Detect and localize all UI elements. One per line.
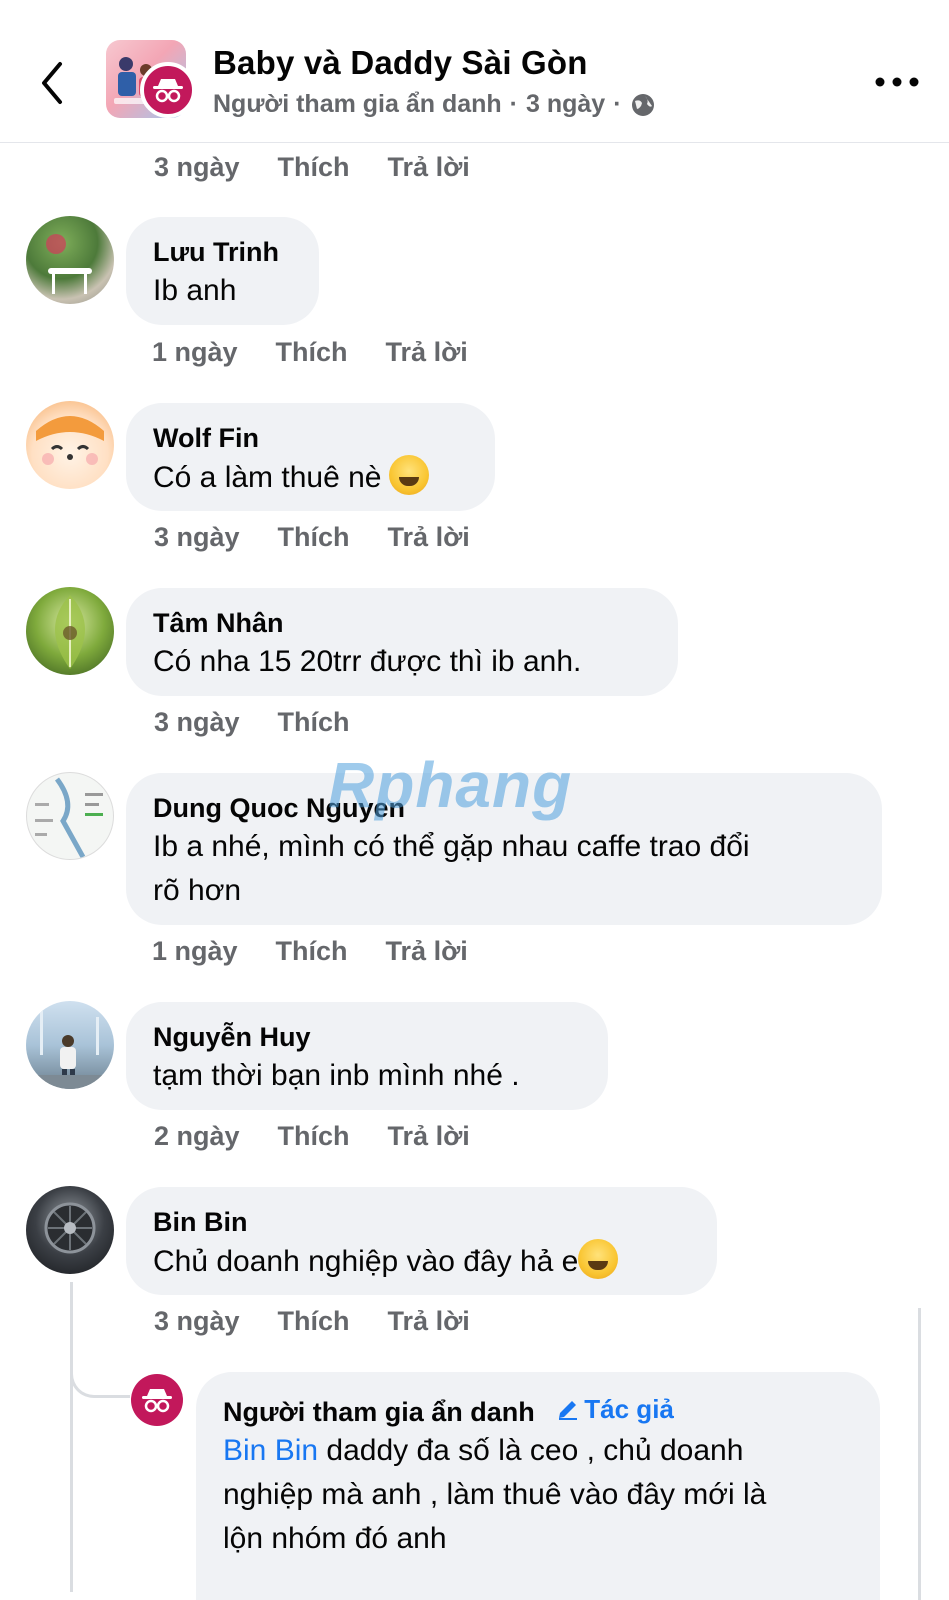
header: Baby và Daddy Sài Gòn Người tham gia ẩn … xyxy=(0,0,949,143)
comment-text-content: Có a làm thuê nè xyxy=(153,461,382,494)
avatar[interactable] xyxy=(26,772,114,860)
avatar[interactable] xyxy=(26,1186,114,1274)
author-badge-label: Tác giả xyxy=(584,1394,674,1424)
reply-author-row: Người tham gia ẩn danh Tác giả xyxy=(223,1392,854,1429)
reply-bubble: Người tham gia ẩn danh Tác giả Bin Bin d… xyxy=(196,1372,880,1600)
reply-button[interactable]: Trả lời xyxy=(386,936,468,967)
avatar-image xyxy=(55,595,85,669)
rofl-emoji-icon xyxy=(578,1239,619,1279)
reply-text-line: Bin Bin daddy đa số là ceo , chủ doanh xyxy=(223,1429,854,1473)
comment-text: Ib anh xyxy=(153,274,237,307)
reply-text-line: lộn nhóm đó anh xyxy=(223,1522,447,1555)
comment-text: Chủ doanh nghiệp vào đây hả e xyxy=(153,1239,691,1284)
reply-text-content: daddy đa số là ceo , chủ doanh xyxy=(318,1434,744,1467)
scrollbar[interactable] xyxy=(918,1308,921,1600)
comment-author[interactable]: Wolf Fin xyxy=(153,421,469,455)
reply-author[interactable]: Người tham gia ẩn danh xyxy=(223,1397,535,1427)
comment-time[interactable]: 3 ngày xyxy=(154,1306,240,1337)
comment-author[interactable]: Lưu Trinh xyxy=(153,235,293,269)
avatar[interactable] xyxy=(26,1001,114,1089)
chevron-left-icon xyxy=(42,62,62,104)
like-button[interactable]: Thích xyxy=(276,337,348,368)
group-title[interactable]: Baby và Daddy Sài Gòn xyxy=(213,44,588,82)
comment-bubble: Nguyễn Huy tạm thời bạn inb mình nhé . xyxy=(126,1002,608,1110)
comment-text: Có a làm thuê nè xyxy=(153,455,469,500)
avatar-image xyxy=(36,416,104,465)
separator: · xyxy=(613,90,622,118)
reply-button[interactable]: Trả lời xyxy=(388,522,470,553)
comment-actions: 2 ngày Thích Trả lời xyxy=(154,1121,470,1152)
post-author: Người tham gia ẩn danh xyxy=(213,90,502,118)
comment-author[interactable]: Tâm Nhân xyxy=(153,606,652,640)
comment-time[interactable]: 1 ngày xyxy=(152,936,238,967)
comment-actions: 3 ngày Thích Trả lời xyxy=(154,152,470,183)
thread-line xyxy=(70,1282,73,1592)
more-button[interactable] xyxy=(872,70,922,94)
globe-icon xyxy=(631,93,654,116)
comment-text-line: Ib a nhé, mình có thể gặp nhau caffe tra… xyxy=(153,830,750,863)
post-time[interactable]: 3 ngày xyxy=(526,90,605,119)
comment-actions: 3 ngày Thích Trả lời xyxy=(154,1306,470,1337)
avatar-image xyxy=(35,777,103,859)
comment-text: Có nha 15 20trr được thì ib anh. xyxy=(153,645,582,678)
like-button[interactable]: Thích xyxy=(278,522,350,553)
sweat-smile-emoji-icon xyxy=(389,455,430,495)
avatar-image xyxy=(44,1202,96,1254)
reply-button[interactable]: Trả lời xyxy=(388,152,470,183)
comment-actions: 3 ngày Thích Trả lời xyxy=(154,522,470,553)
comment-text-line: rõ hơn xyxy=(153,874,242,907)
reply-button[interactable]: Trả lời xyxy=(388,1121,470,1152)
comment-time[interactable]: 3 ngày xyxy=(154,522,240,553)
reply-button[interactable]: Trả lời xyxy=(386,337,468,368)
avatar-image xyxy=(46,234,92,294)
like-button[interactable]: Thích xyxy=(278,1121,350,1152)
avatar[interactable] xyxy=(26,216,114,304)
like-button[interactable]: Thích xyxy=(276,936,348,967)
separator: · xyxy=(509,90,518,118)
comment-bubble: Dung Quoc Nguyen Ib a nhé, mình có thể g… xyxy=(126,773,882,925)
author-badge: Tác giả xyxy=(556,1392,674,1426)
back-button[interactable] xyxy=(34,58,74,108)
avatar[interactable] xyxy=(26,401,114,489)
comment-time[interactable]: 3 ngày xyxy=(154,707,240,738)
comment-text-content: Chủ doanh nghiệp vào đây hả e xyxy=(153,1245,579,1278)
mention-link[interactable]: Bin Bin xyxy=(223,1434,318,1467)
comment-actions: 3 ngày Thích xyxy=(154,707,388,738)
comment-time[interactable]: 2 ngày xyxy=(154,1121,240,1152)
avatar[interactable] xyxy=(26,587,114,675)
reply-button[interactable]: Trả lời xyxy=(388,1306,470,1337)
anonymous-icon xyxy=(142,1389,172,1413)
comment-bubble: Lưu Trinh Ib anh xyxy=(126,217,319,325)
avatar-image xyxy=(26,1011,114,1089)
comment-actions: 1 ngày Thích Trả lời xyxy=(152,936,468,967)
comment-bubble: Wolf Fin Có a làm thuê nè xyxy=(126,403,495,511)
anonymous-avatar-icon xyxy=(140,62,196,118)
comment-bubble: Bin Bin Chủ doanh nghiệp vào đây hả e xyxy=(126,1187,717,1295)
reply-text-line: nghiệp mà anh , làm thuê vào đây mới là xyxy=(223,1478,767,1511)
comment-author[interactable]: Nguyễn Huy xyxy=(153,1020,582,1054)
comment-author[interactable]: Dung Quoc Nguyen xyxy=(153,791,856,825)
post-meta: Người tham gia ẩn danh · 3 ngày · xyxy=(213,90,656,119)
anonymous-avatar[interactable] xyxy=(131,1374,183,1426)
more-horizontal-icon xyxy=(875,77,919,87)
like-button[interactable]: Thích xyxy=(278,707,350,738)
thread-connector xyxy=(70,1350,130,1398)
pencil-icon xyxy=(559,1401,578,1420)
like-button[interactable]: Thích xyxy=(278,152,350,183)
comment-author[interactable]: Bin Bin xyxy=(153,1205,691,1239)
comment-actions: 1 ngày Thích Trả lời xyxy=(152,337,468,368)
comment-text: tạm thời bạn inb mình nhé . xyxy=(153,1059,520,1092)
comment-time[interactable]: 3 ngày xyxy=(154,152,240,183)
comment-bubble: Tâm Nhân Có nha 15 20trr được thì ib anh… xyxy=(126,588,678,696)
comment-time[interactable]: 1 ngày xyxy=(152,337,238,368)
like-button[interactable]: Thích xyxy=(278,1306,350,1337)
